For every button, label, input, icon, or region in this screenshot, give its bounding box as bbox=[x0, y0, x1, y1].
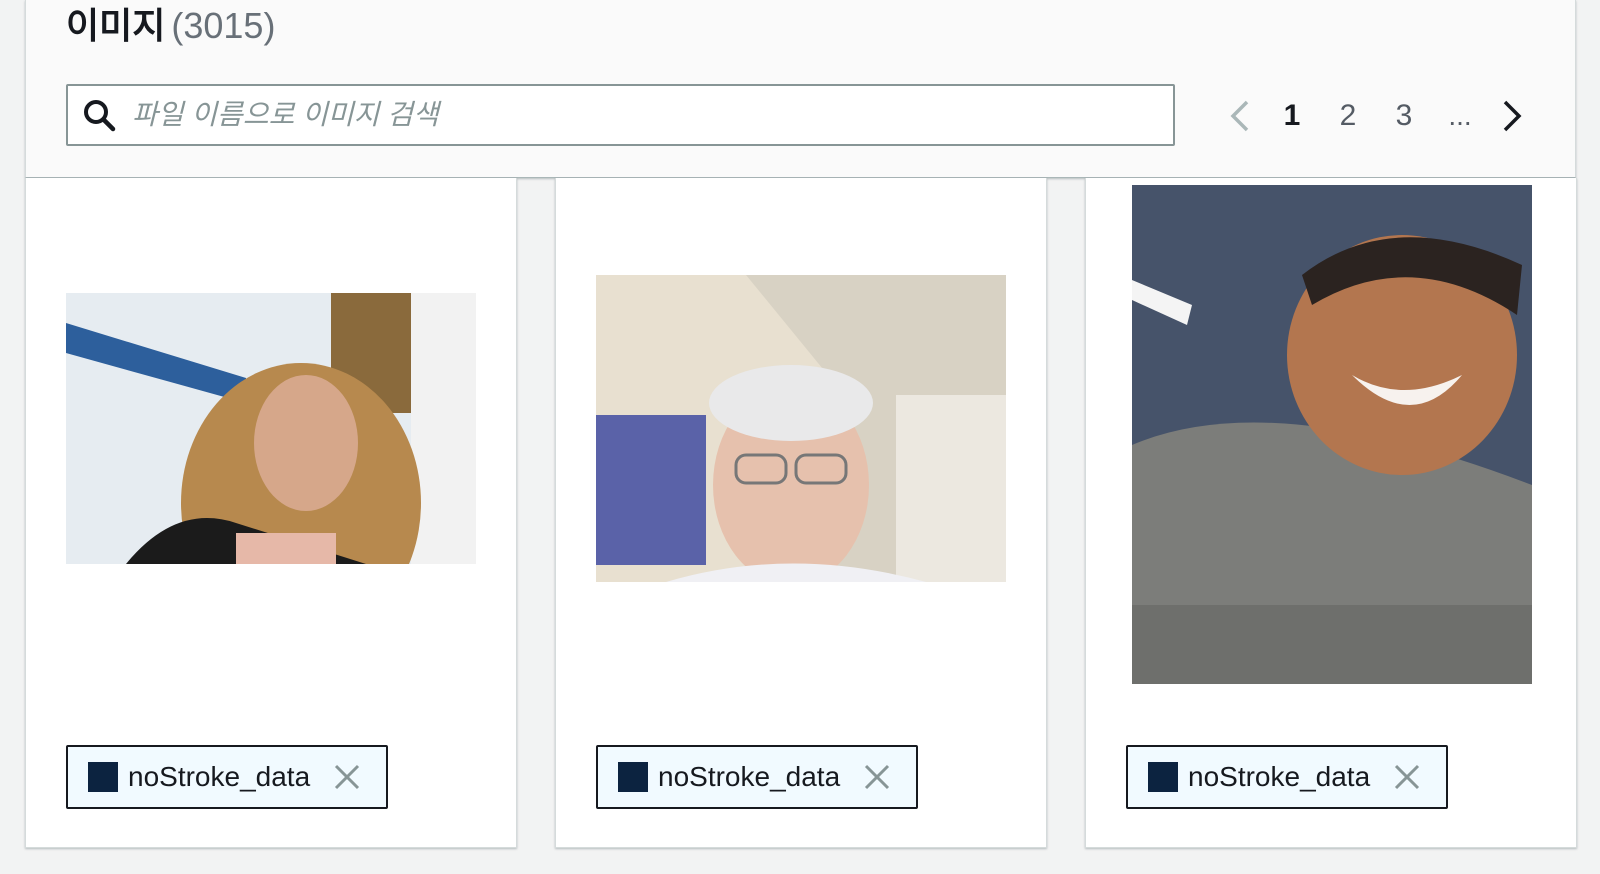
image-thumbnail[interactable] bbox=[66, 293, 476, 564]
page-title: 이미지 (3015) bbox=[66, 4, 275, 48]
close-icon[interactable] bbox=[862, 762, 892, 792]
page-1-button[interactable]: 1 bbox=[1264, 90, 1320, 142]
older-man-image bbox=[596, 275, 1006, 582]
page-2-button[interactable]: 2 bbox=[1320, 90, 1376, 142]
image-count: (3015) bbox=[171, 5, 276, 46]
image-thumbnail[interactable] bbox=[1132, 185, 1532, 684]
page-3-button[interactable]: 3 bbox=[1376, 90, 1432, 142]
tag-label: noStroke_data bbox=[128, 761, 311, 792]
prev-page-button[interactable] bbox=[1216, 90, 1264, 142]
image-thumbnail[interactable] bbox=[596, 275, 1006, 582]
close-icon[interactable] bbox=[332, 762, 362, 792]
tag-color-swatch bbox=[618, 762, 648, 792]
label-tag: noStroke_data bbox=[596, 745, 918, 809]
man-smiling-image bbox=[1132, 185, 1532, 684]
tag-label: noStroke_data bbox=[1188, 761, 1371, 792]
next-page-button[interactable] bbox=[1488, 90, 1536, 142]
image-card[interactable]: noStroke_data bbox=[555, 178, 1047, 848]
tag-color-swatch bbox=[1148, 762, 1178, 792]
close-icon[interactable] bbox=[1392, 762, 1422, 792]
search-icon bbox=[84, 100, 116, 132]
image-card[interactable]: noStroke_data bbox=[1085, 178, 1577, 848]
label-tag: noStroke_data bbox=[66, 745, 388, 809]
label-tag: noStroke_data bbox=[1126, 745, 1448, 809]
pagination: 1 2 3 ... bbox=[1216, 88, 1536, 144]
woman-portrait-image bbox=[66, 293, 476, 564]
images-header-panel: 이미지(3015) 1 2 3 ... bbox=[25, 0, 1576, 178]
chevron-left-icon bbox=[1230, 100, 1249, 132]
search-input[interactable] bbox=[130, 89, 1173, 141]
tag-color-swatch bbox=[88, 762, 118, 792]
page-title-text: 이미지 bbox=[66, 5, 166, 46]
image-card[interactable]: noStroke_data bbox=[25, 178, 517, 848]
chevron-right-icon bbox=[1503, 100, 1522, 132]
tag-label: noStroke_data bbox=[658, 761, 841, 792]
search-field[interactable] bbox=[66, 84, 1175, 146]
pagination-ellipsis: ... bbox=[1448, 100, 1472, 131]
